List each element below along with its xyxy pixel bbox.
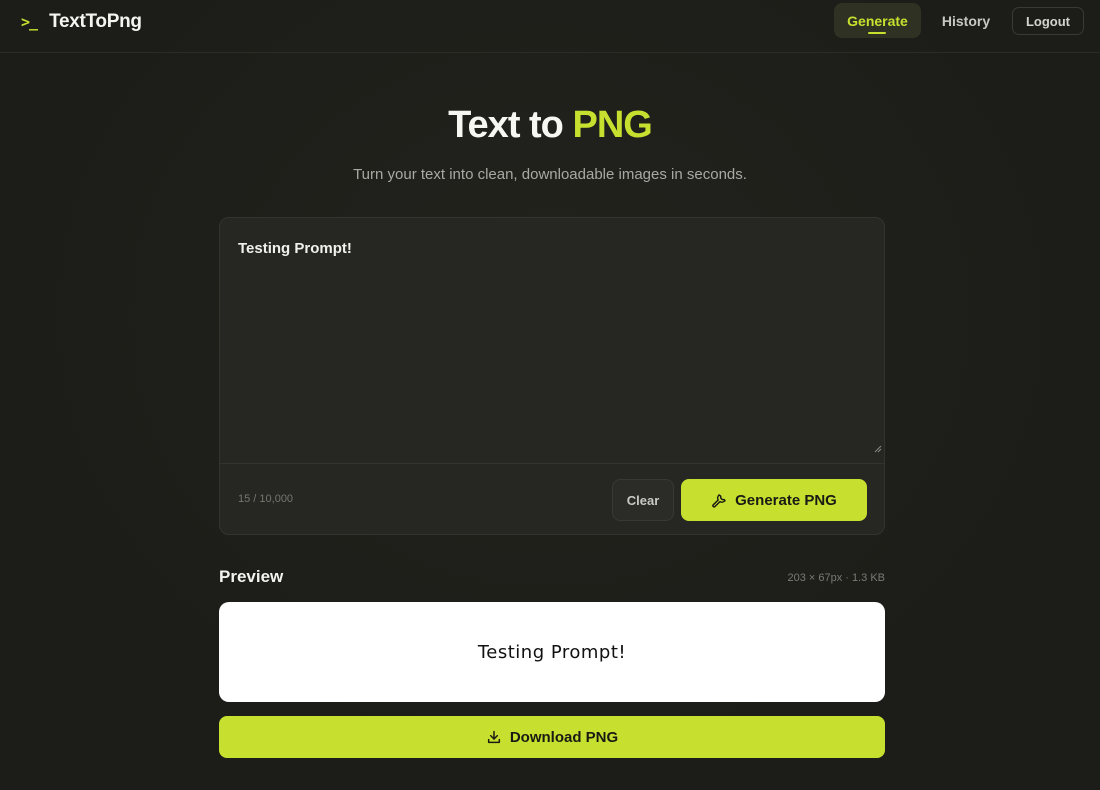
download-png-label: Download PNG xyxy=(509,728,619,746)
page-title-accent: PNG xyxy=(572,104,652,146)
page-subtitle: Turn your text into clean, downloadable … xyxy=(353,166,747,183)
terminal-prompt-icon: >_ xyxy=(21,13,38,31)
logout-label: Logout xyxy=(1025,13,1071,29)
preview-image: Testing Prompt! xyxy=(219,602,885,702)
generate-png-button[interactable]: Generate PNG xyxy=(681,479,867,521)
page-title-main: Text to xyxy=(448,104,564,146)
active-tab-indicator xyxy=(868,32,886,34)
clear-button-label: Clear xyxy=(626,492,660,508)
clear-button[interactable]: Clear xyxy=(612,479,674,521)
nav-generate-label: Generate xyxy=(847,12,908,29)
preview-image-meta: 203 × 67px · 1.3 KB xyxy=(787,572,885,584)
generate-png-label: Generate PNG xyxy=(735,491,837,509)
preview-image-text: Testing Prompt! xyxy=(477,641,627,663)
brand-logo[interactable]: >_ TextToPng xyxy=(21,10,142,34)
nav-generate[interactable]: Generate xyxy=(834,3,921,38)
preview-heading: Preview xyxy=(219,567,284,586)
logout-button[interactable]: Logout xyxy=(1012,7,1084,35)
top-navigation-bar: >_ TextToPng Generate History Logout xyxy=(0,0,1100,53)
character-count: 15 / 10,000 xyxy=(238,493,294,505)
editor-card: 15 / 10,000 Clear Generate PNG xyxy=(219,217,885,535)
nav-history-label: History xyxy=(941,12,991,29)
page-title: Text to PNG xyxy=(0,104,1100,147)
download-icon xyxy=(486,729,502,745)
editor-footer: 15 / 10,000 Clear Generate PNG xyxy=(220,463,884,534)
download-png-button[interactable]: Download PNG xyxy=(219,716,885,758)
brand-name: TextToPng xyxy=(49,11,142,32)
text-input[interactable] xyxy=(220,218,884,463)
textarea-resize-handle[interactable] xyxy=(874,445,882,453)
nav-history[interactable]: History xyxy=(930,3,1002,38)
wrench-icon xyxy=(711,492,727,508)
